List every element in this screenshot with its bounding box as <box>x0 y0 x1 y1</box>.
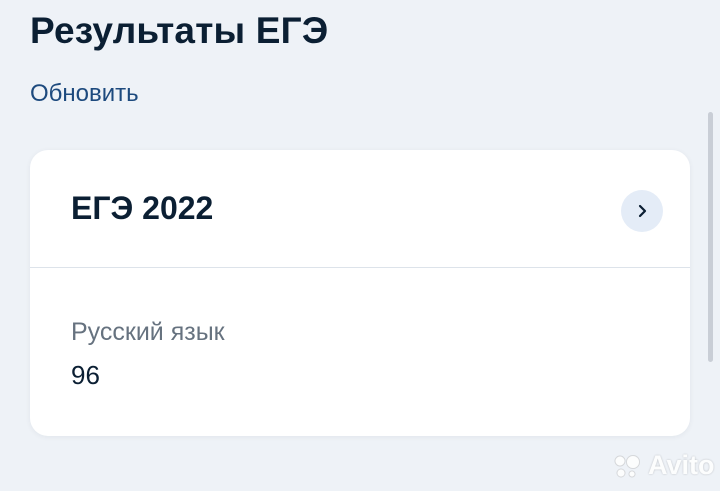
open-exam-button[interactable] <box>621 190 663 232</box>
refresh-link[interactable]: Обновить <box>30 80 139 108</box>
watermark-text: Avito <box>648 450 715 480</box>
exam-title: ЕГЭ 2022 <box>71 190 214 226</box>
subject-score: 96 <box>71 360 100 390</box>
scrollbar[interactable] <box>708 112 713 362</box>
subject-name: Русский язык <box>71 318 225 346</box>
avito-watermark: Avito <box>612 450 715 481</box>
card-divider <box>30 267 690 268</box>
exam-results-card: ЕГЭ 2022 Русский язык 96 <box>30 150 690 436</box>
exam-card-header[interactable]: ЕГЭ 2022 <box>30 150 690 267</box>
avito-logo-icon <box>614 454 640 477</box>
chevron-right-icon <box>638 204 647 218</box>
page-title: Результаты ЕГЭ <box>30 10 329 51</box>
